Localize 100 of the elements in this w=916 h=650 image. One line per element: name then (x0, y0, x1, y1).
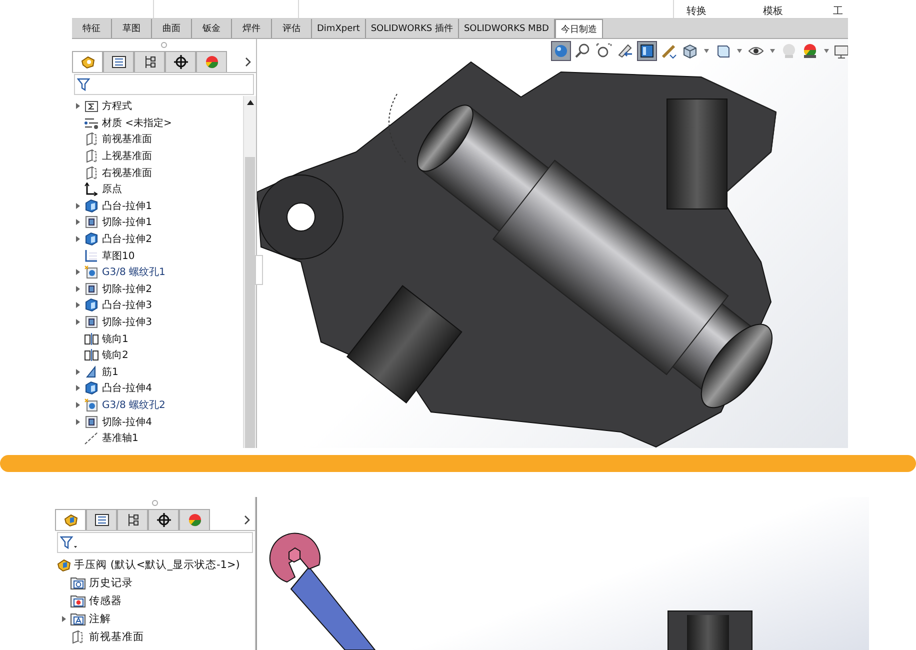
expand-arrow-icon[interactable] (76, 269, 80, 276)
tree-item[interactable]: 历史记录 (55, 574, 255, 592)
sketch-icon (84, 248, 99, 263)
tree-item[interactable]: 切除-拉伸3 (72, 314, 243, 330)
tree-item[interactable]: 草图10 (72, 247, 243, 264)
tree-item[interactable]: 右视基准面 (72, 164, 243, 181)
axis-icon (84, 431, 99, 446)
section-view-icon[interactable] (637, 41, 657, 61)
cube-icon[interactable] (681, 42, 699, 60)
tree-item[interactable]: G3/8 螺纹孔2 (72, 396, 243, 414)
part-icon (56, 558, 71, 572)
plane-icon (84, 149, 99, 164)
tree-item[interactable]: 基准轴1 (72, 430, 243, 446)
splitter-handle[interactable] (255, 255, 263, 285)
sigma-icon (84, 99, 99, 114)
panel-tab[interactable] (72, 51, 103, 72)
cube-icon (84, 381, 99, 396)
ribbon-label[interactable]: 工 (828, 7, 848, 18)
expand-arrow-icon[interactable] (62, 616, 66, 622)
list-icon (84, 116, 99, 130)
cut-icon (84, 215, 99, 230)
expand-arrow-icon[interactable] (76, 286, 80, 292)
panel-tab[interactable] (165, 51, 196, 72)
tree-item[interactable]: 前视基准面 (72, 131, 243, 148)
scroll-up-arrow-icon[interactable] (246, 100, 254, 105)
tree-item[interactable]: 凸台-拉伸1 (72, 198, 243, 214)
panel-tab[interactable] (86, 509, 117, 530)
expand-arrow-icon[interactable] (76, 202, 80, 209)
caret-icon[interactable] (824, 49, 829, 53)
grip-icon[interactable] (161, 42, 167, 48)
previous-view-icon[interactable] (616, 42, 634, 60)
caret-icon[interactable] (770, 49, 775, 53)
tree-item[interactable]: 注解 (55, 610, 255, 628)
folder-icon (70, 576, 86, 590)
mirror-icon (84, 332, 99, 346)
tree-item[interactable]: 切除-拉伸2 (72, 280, 243, 298)
expand-arrow-icon[interactable] (76, 236, 80, 242)
tree-item[interactable]: 镜向1 (72, 330, 243, 347)
tree-item[interactable]: 筋1 (72, 364, 243, 380)
wand-icon[interactable] (660, 42, 678, 60)
tree-item[interactable]: 凸台-拉伸4 (72, 380, 243, 397)
tree-item[interactable]: 切除-拉伸1 (72, 214, 243, 231)
hole-icon (84, 398, 99, 412)
folder-icon (70, 612, 86, 626)
scrollbar[interactable] (243, 96, 256, 448)
caret-icon[interactable] (737, 49, 742, 53)
cube-icon (84, 232, 99, 246)
tree-item[interactable]: 凸台-拉伸2 (72, 230, 243, 248)
list-icon (94, 513, 110, 527)
folder-icon (70, 594, 86, 608)
tree-item[interactable]: 手压阀 (默认<默认_显示状态-1>) (55, 556, 255, 574)
panel-tab[interactable] (103, 51, 134, 72)
filter-icon[interactable] (77, 78, 90, 91)
expand-arrow-icon[interactable] (76, 368, 80, 375)
tree-item[interactable]: 镜向2 (72, 346, 243, 364)
color-ball-icon[interactable] (801, 42, 819, 60)
tab[interactable]: 今日制造 (554, 19, 603, 38)
tree-item[interactable]: 切除-拉伸4 (72, 413, 243, 430)
panel-tab[interactable] (134, 51, 165, 72)
expand-arrow-icon[interactable] (76, 319, 80, 326)
expand-arrow-icon[interactable] (76, 302, 80, 308)
cut-icon (84, 315, 99, 330)
ribbon-label[interactable]: 模板 (718, 7, 828, 18)
tree-item[interactable]: 前视基准面 (55, 628, 255, 646)
axes-icon (84, 182, 99, 196)
expand-arrow-icon[interactable] (76, 219, 80, 226)
tree-item[interactable]: 原点 (72, 180, 243, 198)
tree-item[interactable]: 材质 <未指定> (72, 114, 243, 132)
panel-tab[interactable] (148, 509, 179, 530)
cut-icon (84, 414, 99, 429)
tree-item[interactable]: 方程式 (72, 98, 243, 115)
color-ball-icon (204, 55, 220, 69)
part-icon (62, 513, 78, 527)
mirror-icon (84, 348, 99, 362)
zoom-icon[interactable] (574, 42, 592, 60)
filter-icon[interactable] (60, 536, 78, 550)
zoom-area-icon[interactable] (595, 42, 613, 60)
plane-icon (84, 166, 99, 180)
expand-arrow-icon[interactable] (76, 103, 80, 110)
plane-icon (84, 132, 99, 146)
color-ball-icon (186, 513, 202, 527)
tree-item[interactable]: 传感器 (55, 592, 255, 610)
panel-tab[interactable] (55, 509, 86, 530)
tree-item[interactable]: G3/8 螺纹孔1 (72, 264, 243, 281)
grip-icon[interactable] (152, 500, 158, 506)
expand-arrow-icon[interactable] (76, 402, 80, 408)
tree-item[interactable]: 上视基准面 (72, 148, 243, 164)
ribbon-label[interactable]: 转换 (674, 7, 718, 18)
cube-icon (84, 298, 99, 312)
expand-arrow-icon[interactable] (76, 418, 80, 425)
panel-tab[interactable] (117, 509, 148, 530)
crosshair-icon (156, 513, 172, 527)
cube-icon (84, 198, 99, 213)
part-icon (80, 55, 96, 69)
crosshair-icon (172, 55, 188, 69)
list-icon (110, 55, 126, 69)
expand-arrow-icon[interactable] (76, 385, 80, 392)
cut-icon (84, 282, 99, 296)
caret-icon[interactable] (704, 49, 709, 53)
tree-item[interactable]: 凸台-拉伸3 (72, 297, 243, 314)
